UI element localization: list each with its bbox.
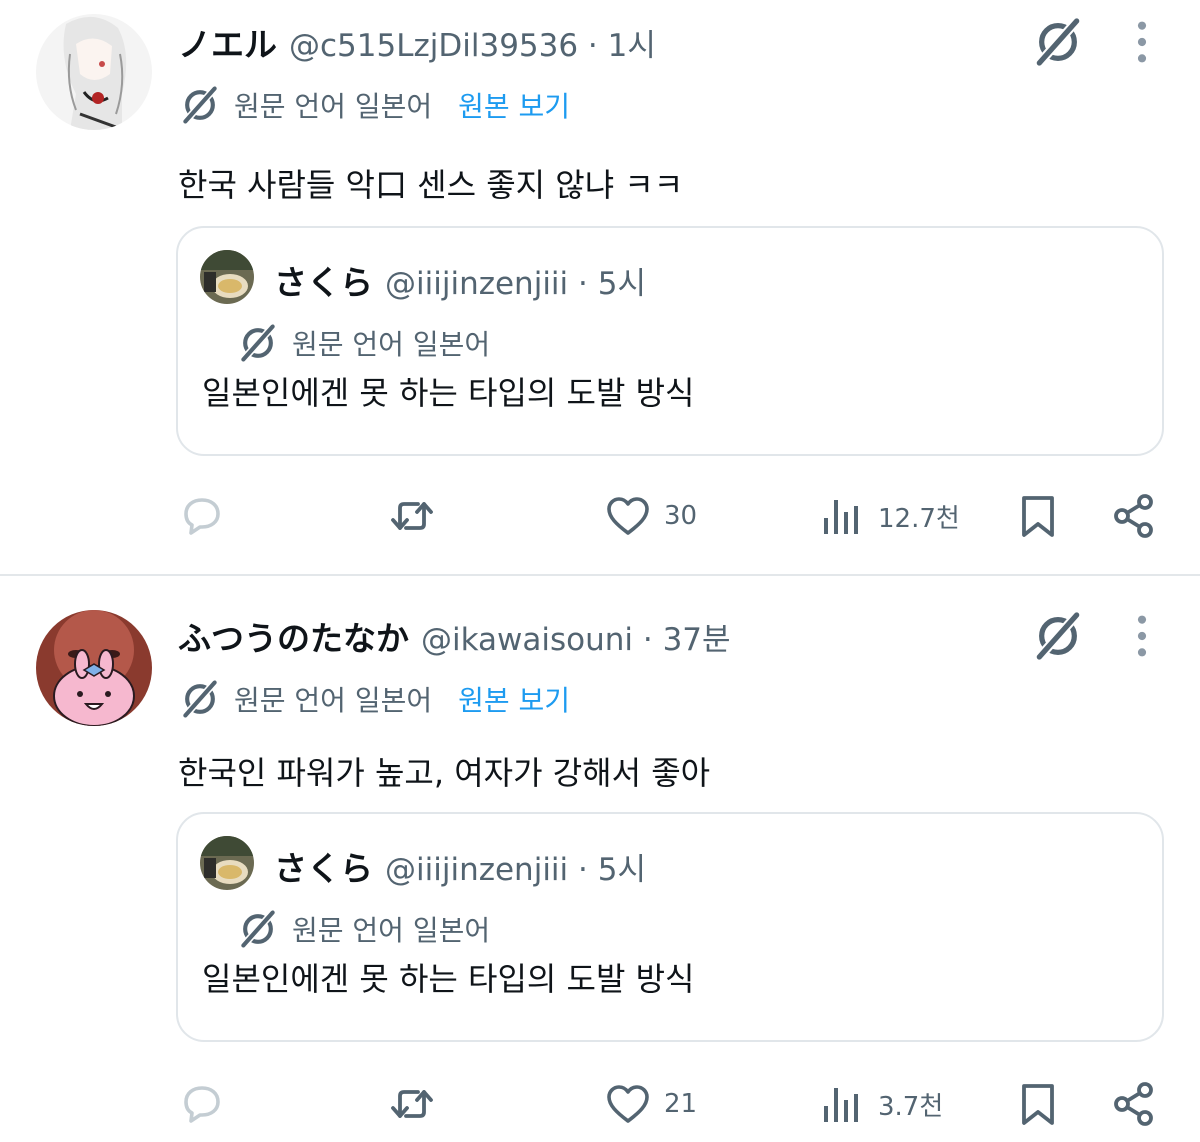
views-chart-icon — [818, 1080, 866, 1128]
quote-header: さくら @iiijinzenjiii · 5시 — [274, 256, 646, 304]
grok-translate-icon — [178, 677, 222, 721]
translation-notice: 원문 언어 일본어 원본 보기 — [178, 82, 570, 128]
grok-translate-icon — [178, 83, 222, 127]
quote-header: さくら @iiijinzenjiii · 5시 — [274, 842, 646, 890]
heart-icon — [604, 492, 652, 540]
heart-icon — [604, 1080, 652, 1128]
views-chart-icon — [818, 492, 866, 540]
quote-display-name: さくら — [274, 849, 373, 888]
views-count: 12.7천 — [878, 503, 960, 534]
grok-icon[interactable] — [1030, 14, 1086, 70]
quote-translation-label: 원문 언어 일본어 — [292, 328, 491, 361]
like-count: 21 — [664, 1089, 698, 1119]
tweet-header: ノエル @c515LzjDil39536 · 1시 — [178, 18, 656, 64]
action-bar: 30 12.7천 — [0, 486, 1200, 546]
quote-text: 일본인에겐 못 하는 타입의 도발 방식 — [202, 960, 695, 998]
avatar[interactable] — [36, 14, 152, 130]
tweet-text: 한국인 파워가 높고, 여자가 강해서 좋아 — [178, 754, 711, 792]
like-button[interactable]: 30 — [604, 486, 697, 546]
quote-translation-notice: 원문 언어 일본어 — [236, 320, 490, 366]
share-icon — [1110, 1080, 1158, 1128]
quote-display-name: さくら — [274, 263, 373, 302]
reply-button[interactable] — [178, 486, 226, 546]
quote-tweet-card[interactable]: さくら @iiijinzenjiii · 5시 원문 언어 일본어 일본인에겐 … — [176, 226, 1164, 456]
quote-tweet-card[interactable]: さくら @iiijinzenjiii · 5시 원문 언어 일본어 일본인에겐 … — [176, 812, 1164, 1042]
reply-icon — [178, 1080, 226, 1128]
grok-icon[interactable] — [1030, 608, 1086, 664]
views-button[interactable]: 12.7천 — [818, 486, 960, 546]
quote-translation-label: 원문 언어 일본어 — [292, 914, 491, 947]
display-name[interactable]: ふつうのたなか — [178, 612, 409, 660]
quote-handle-and-time: @iiijinzenjiii · 5시 — [385, 266, 646, 302]
views-count: 3.7천 — [878, 1091, 944, 1122]
bookmark-icon — [1014, 1080, 1062, 1128]
tweet-header: ふつうのたなか @ikawaisouni · 37분 — [178, 612, 731, 658]
more-options-icon[interactable] — [1124, 14, 1160, 70]
handle-and-time[interactable]: @ikawaisouni · 37분 — [421, 614, 731, 659]
grok-translate-icon — [236, 907, 280, 951]
like-button[interactable]: 21 — [604, 1074, 697, 1134]
tweet-text: 한국 사람들 악口 센스 좋지 않냐 ㅋㅋ — [178, 166, 684, 204]
grok-translate-icon — [236, 321, 280, 365]
share-button[interactable] — [1110, 486, 1158, 546]
more-options-icon[interactable] — [1124, 608, 1160, 664]
bookmark-icon — [1014, 492, 1062, 540]
reply-button[interactable] — [178, 1074, 226, 1134]
quote-text: 일본인에겐 못 하는 타입의 도발 방식 — [202, 374, 695, 412]
share-icon — [1110, 492, 1158, 540]
reply-icon — [178, 492, 226, 540]
bookmark-button[interactable] — [1014, 1074, 1062, 1134]
avatar[interactable] — [36, 610, 152, 726]
action-bar: 21 3.7천 — [0, 1074, 1200, 1134]
quote-avatar[interactable] — [200, 250, 254, 304]
translation-label: 원문 언어 일본어 — [234, 684, 433, 717]
display-name[interactable]: ノエル — [178, 18, 277, 66]
tweet[interactable]: ノエル @c515LzjDil39536 · 1시 원문 언어 일본어 원본 보… — [0, 0, 1200, 575]
bookmark-button[interactable] — [1014, 486, 1062, 546]
quote-handle-and-time: @iiijinzenjiii · 5시 — [385, 852, 646, 888]
show-original-link[interactable]: 원본 보기 — [458, 85, 570, 125]
translation-notice: 원문 언어 일본어 원본 보기 — [178, 676, 570, 722]
like-count: 30 — [664, 501, 698, 531]
retweet-icon — [388, 492, 436, 540]
tweet[interactable]: ふつうのたなか @ikawaisouni · 37분 원문 언어 일본어 원본 … — [0, 576, 1200, 1142]
quote-avatar[interactable] — [200, 836, 254, 890]
handle-and-time[interactable]: @c515LzjDil39536 · 1시 — [289, 20, 656, 65]
retweet-icon — [388, 1080, 436, 1128]
quote-translation-notice: 원문 언어 일본어 — [236, 906, 490, 952]
show-original-link[interactable]: 원본 보기 — [458, 679, 570, 719]
retweet-button[interactable] — [388, 486, 436, 546]
translation-label: 원문 언어 일본어 — [234, 90, 433, 123]
retweet-button[interactable] — [388, 1074, 436, 1134]
views-button[interactable]: 3.7천 — [818, 1074, 943, 1134]
share-button[interactable] — [1110, 1074, 1158, 1134]
